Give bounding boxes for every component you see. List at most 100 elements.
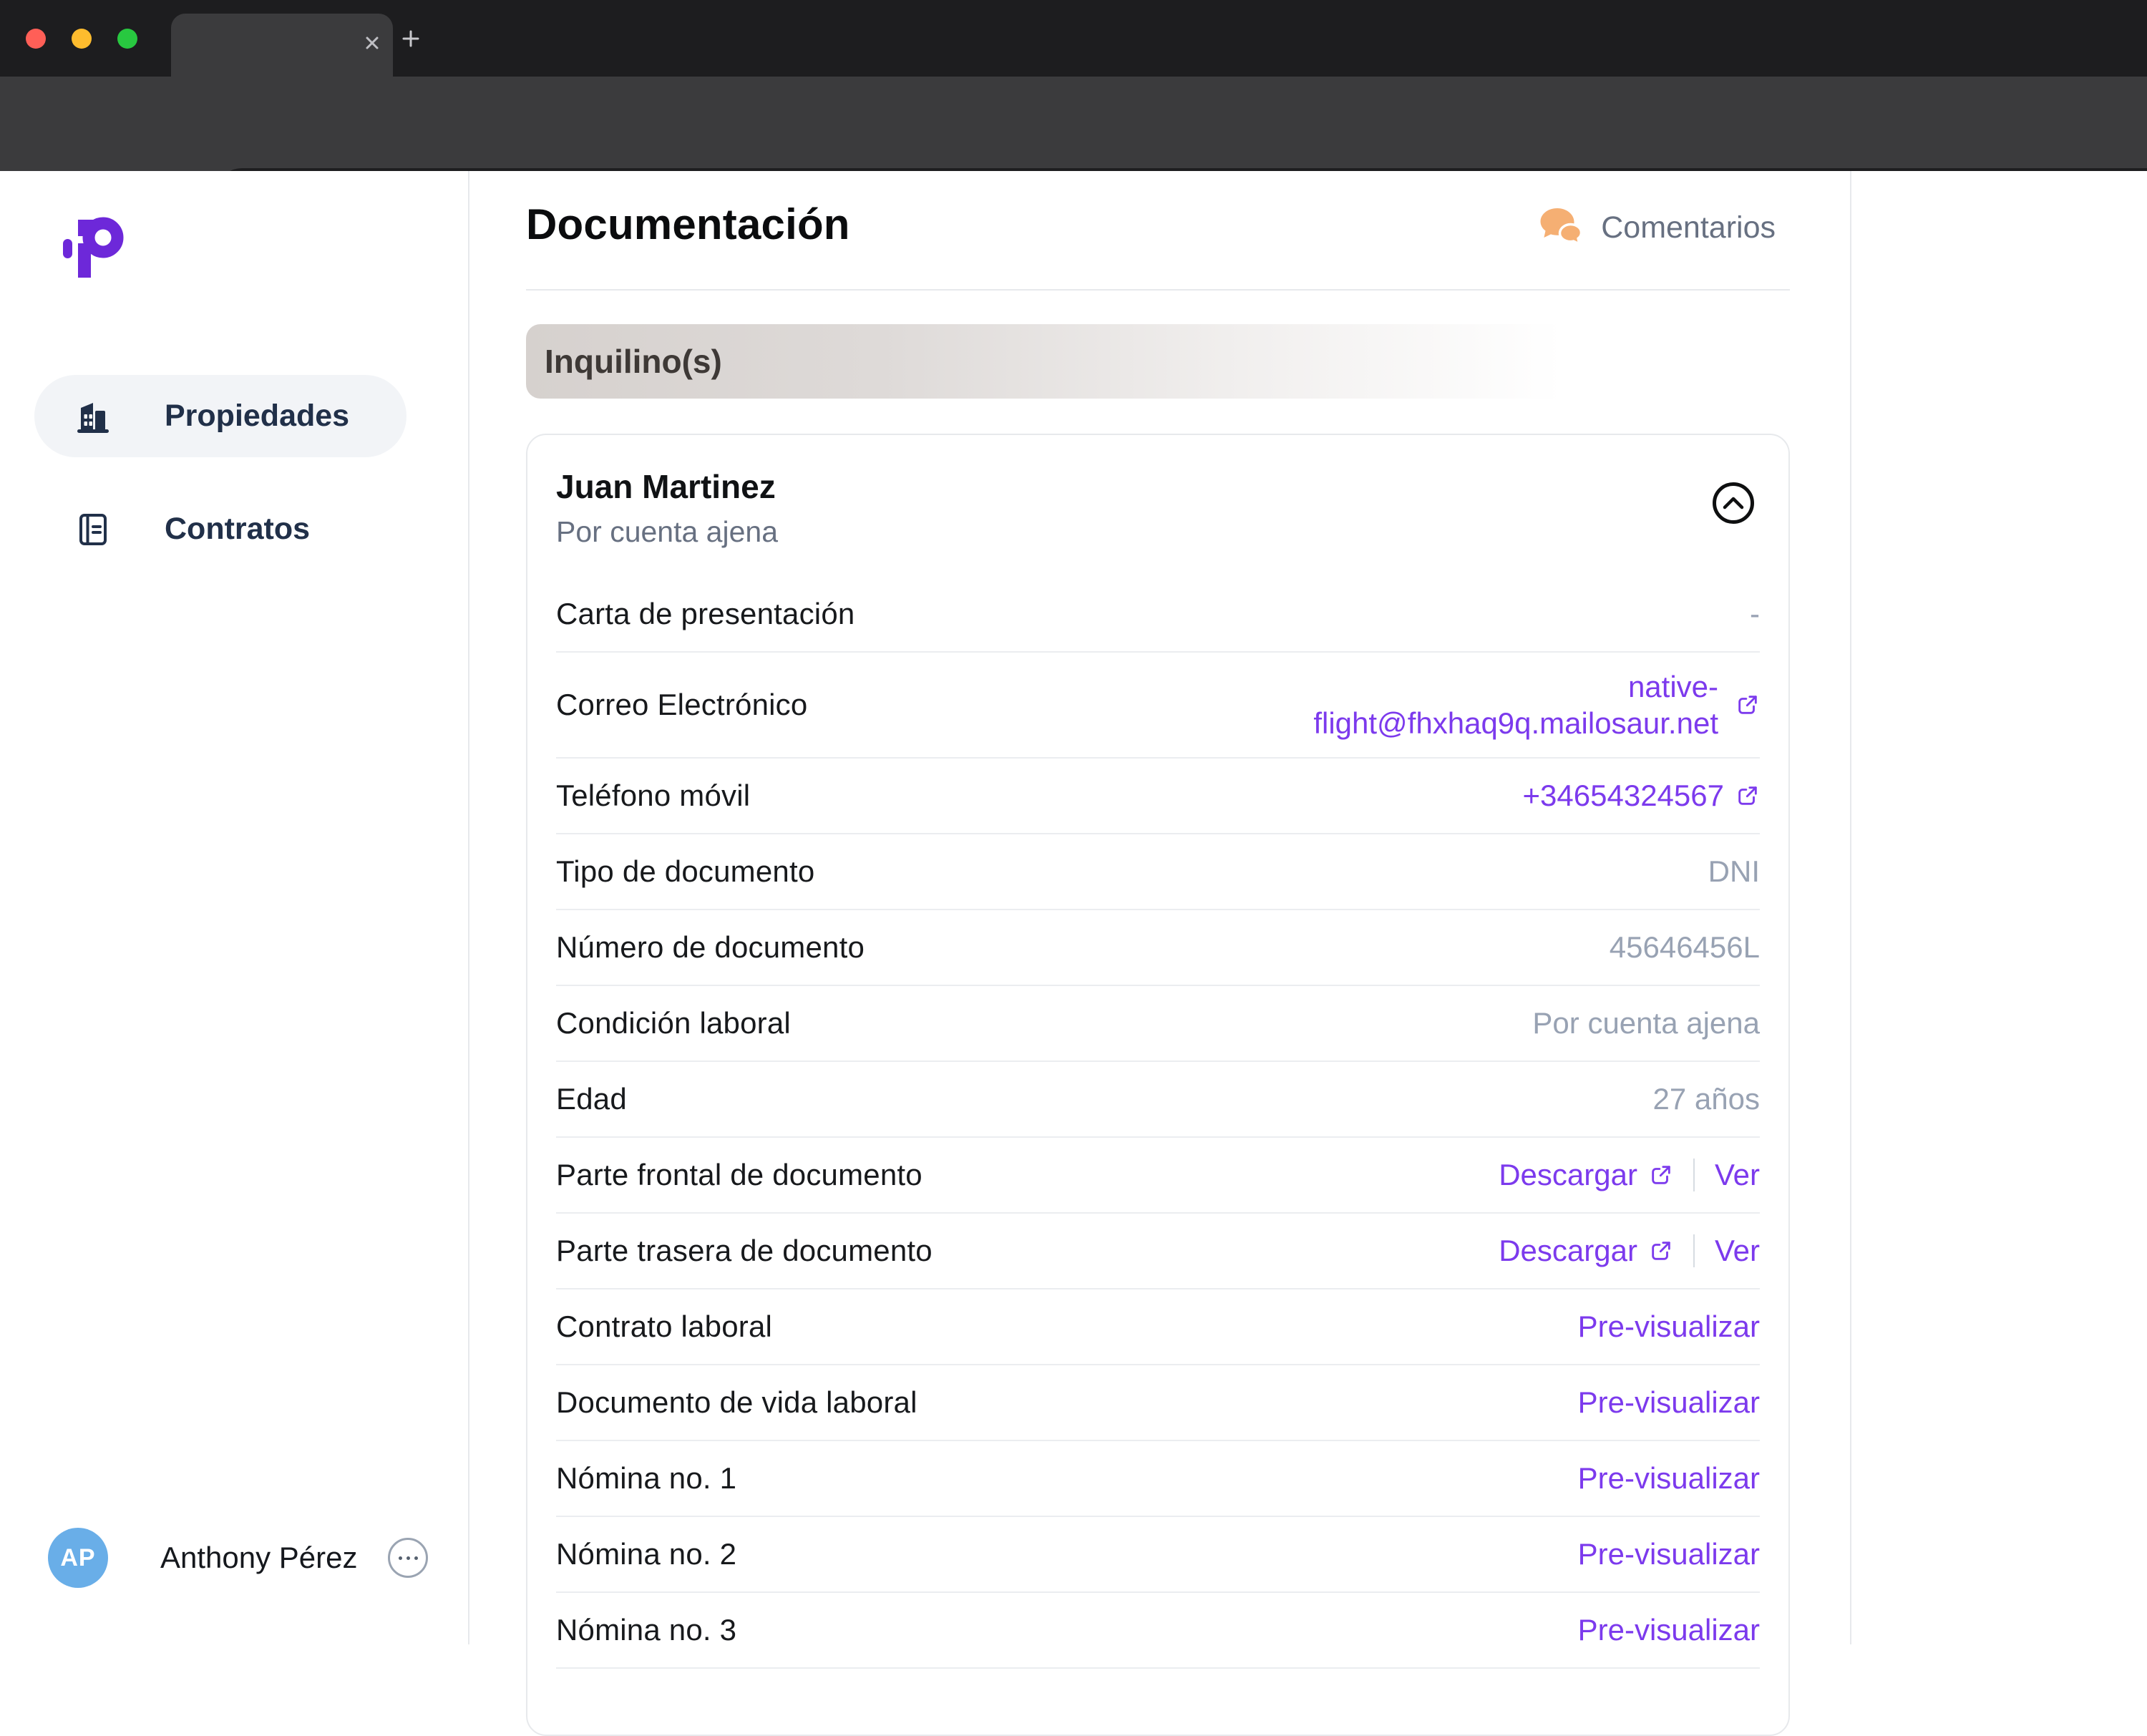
detail-row: Parte trasera de documento Descargar Ver [556,1214,1760,1289]
chevron-up-icon [1721,495,1746,511]
browser-toolbar: www.payli.es [0,77,2147,171]
row-value: 27 años [1653,1082,1760,1116]
chat-bubbles-icon [1538,207,1584,248]
row-label: Nómina no. 2 [556,1537,736,1571]
detail-row: Nómina no. 3 Pre-visualizar [556,1593,1760,1669]
app-viewport: Propiedades Contratos AP Anthony Pérez [0,171,2147,1644]
page-title: Documentación [526,200,850,249]
external-link-icon[interactable] [1735,693,1760,717]
detail-row: Documento de vida laboral Pre-visualizar [556,1365,1760,1441]
external-link[interactable]: native-flight@fhxhaq9q.mailosaur.net [1313,668,1718,741]
preview-link[interactable]: Pre-visualizar [1578,1613,1760,1647]
row-value: Por cuenta ajena [1532,1006,1760,1040]
link-separator [1693,1159,1695,1191]
comments-button[interactable]: Comentarios [1538,207,1776,248]
tenant-rows: Carta de presentación-Correo Electrónico… [556,577,1760,1669]
content-right-divider [1850,171,1851,1644]
download-link[interactable]: Descargar [1499,1234,1673,1268]
row-label: Contrato laboral [556,1310,772,1344]
external-link-icon[interactable] [1649,1163,1673,1187]
close-window-button[interactable] [26,29,46,49]
detail-row: Nómina no. 1 Pre-visualizar [556,1441,1760,1517]
row-label: Parte trasera de documento [556,1234,933,1268]
user-name: Anthony Pérez [160,1541,358,1575]
view-link[interactable]: Ver [1715,1158,1760,1192]
row-label: Documento de vida laboral [556,1385,917,1420]
row-label: Correo Electrónico [556,688,807,722]
row-label: Nómina no. 1 [556,1461,736,1496]
row-value: Pre-visualizar [1578,1461,1760,1496]
view-link[interactable]: Ver [1715,1234,1760,1268]
banner-label: Inquilino(s) [545,342,722,381]
row-value-text: DNI [1708,854,1760,888]
row-value: Pre-visualizar [1578,1385,1760,1420]
row-label: Parte frontal de documento [556,1158,922,1192]
detail-row: Carta de presentación- [556,577,1760,653]
row-value: +34654324567 [1523,779,1760,813]
row-label: Edad [556,1082,627,1116]
new-tab-icon[interactable] [401,29,421,49]
collapse-card-button[interactable] [1713,482,1754,524]
row-value: Pre-visualizar [1578,1537,1760,1571]
external-link-icon[interactable] [1735,784,1760,808]
row-value: Descargar Ver [1499,1158,1760,1192]
row-value-text: Por cuenta ajena [1532,1006,1760,1040]
sidebar-item-contratos[interactable]: Contratos [34,490,406,567]
detail-row: Número de documento 45646456L [556,910,1760,986]
main-content: Documentación Comentarios Inquilino(s) J… [526,171,1790,1644]
preview-link[interactable]: Pre-visualizar [1578,1310,1760,1343]
browser-tab[interactable] [171,14,393,77]
sidebar-item-propiedades[interactable]: Propiedades [34,375,406,457]
row-value-text: 27 años [1653,1082,1760,1116]
close-tab-icon[interactable] [363,34,381,52]
comments-label: Comentarios [1601,210,1776,245]
header-divider [526,289,1790,291]
row-label: Nómina no. 3 [556,1613,736,1647]
row-value: Pre-visualizar [1578,1613,1760,1647]
detail-row: Tipo de documento DNI [556,834,1760,910]
link-line-1: native- [1628,668,1718,705]
external-link[interactable]: +34654324567 [1523,779,1724,813]
external-link-icon[interactable] [1649,1239,1673,1263]
preview-link[interactable]: Pre-visualizar [1578,1461,1760,1495]
detail-row: Nómina no. 2 Pre-visualizar [556,1517,1760,1593]
user-menu-button[interactable] [388,1538,428,1578]
row-label: Condición laboral [556,1006,791,1040]
preview-link[interactable]: Pre-visualizar [1578,1537,1760,1571]
sidebar-nav: Propiedades Contratos [34,375,406,567]
row-value: Pre-visualizar [1578,1310,1760,1344]
tenant-card-header: Juan Martinez Por cuenta ajena [556,435,1760,577]
ellipsis-icon [399,1556,402,1560]
sidebar-item-label: Propiedades [165,399,349,434]
row-value-text: - [1750,597,1760,630]
tenant-name: Juan Martinez [556,468,1760,505]
tenants-section-banner: Inquilino(s) [526,324,1790,399]
detail-row: Parte frontal de documento Descargar Ver [556,1138,1760,1214]
link-line-2: flight@fhxhaq9q.mailosaur.net [1313,705,1718,741]
minimize-window-button[interactable] [72,29,92,49]
detail-row: Correo Electrónico native-flight@fhxhaq9q… [556,653,1760,759]
tenant-subtitle: Por cuenta ajena [556,515,1760,548]
row-value: Descargar Ver [1499,1234,1760,1268]
contract-icon [75,511,111,547]
user-row: AP Anthony Pérez [48,1528,428,1588]
row-value: DNI [1708,854,1760,889]
avatar: AP [48,1528,108,1588]
detail-row: Contrato laboral Pre-visualizar [556,1289,1760,1365]
sidebar: Propiedades Contratos AP Anthony Pérez [0,171,469,1644]
preview-link[interactable]: Pre-visualizar [1578,1385,1760,1419]
buildings-icon [75,399,111,434]
row-label: Número de documento [556,930,865,965]
download-label: Descargar [1499,1158,1637,1192]
row-label: Tipo de documento [556,854,814,889]
browser-titlebar [0,0,2147,77]
maximize-window-button[interactable] [117,29,137,49]
tenant-card: Juan Martinez Por cuenta ajena Carta de … [526,434,1790,1736]
sidebar-item-label: Contratos [165,512,310,547]
window-controls [26,29,137,49]
row-value: - [1750,597,1760,631]
download-link[interactable]: Descargar [1499,1158,1673,1192]
payli-logo [63,210,125,278]
row-value: 45646456L [1610,930,1760,965]
download-label: Descargar [1499,1234,1637,1268]
